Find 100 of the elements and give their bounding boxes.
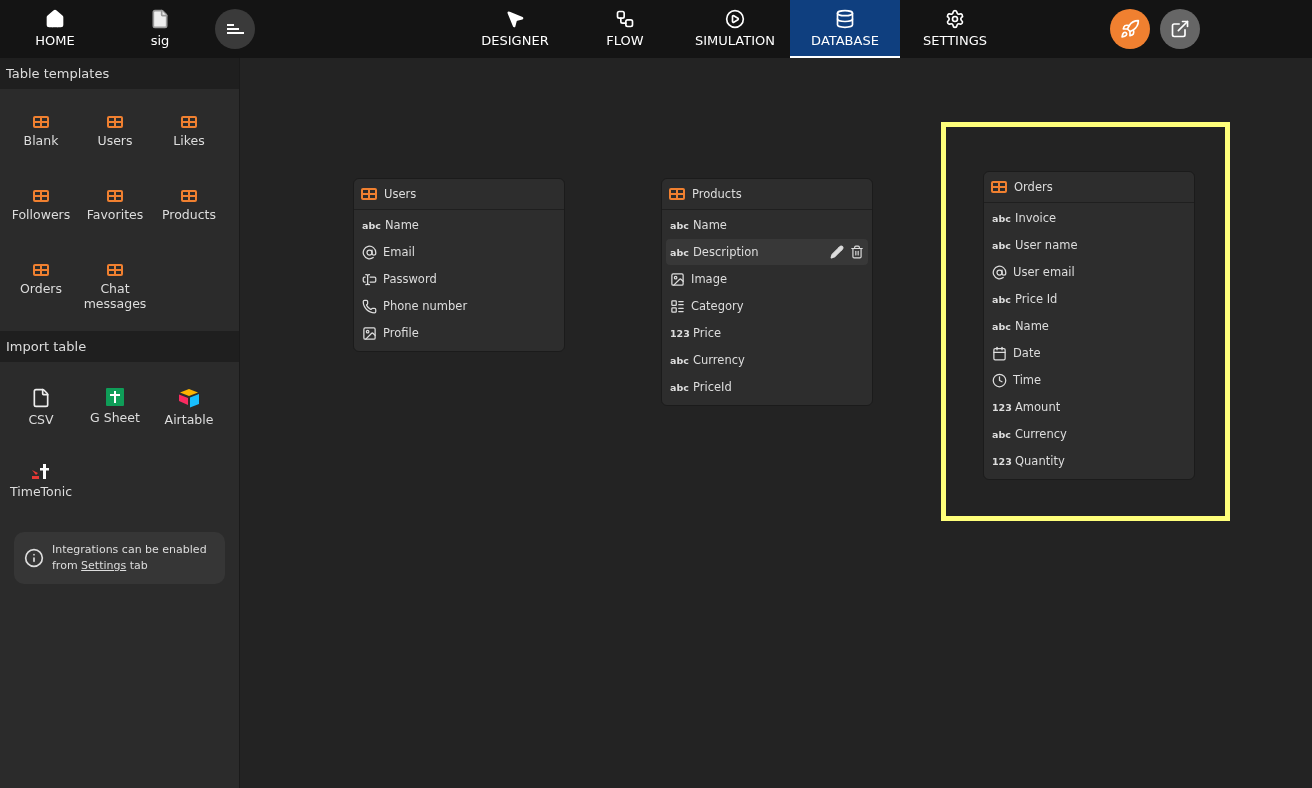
text-cursor-icon (362, 271, 377, 287)
image-icon (362, 325, 377, 341)
table-title: Users (384, 187, 417, 201)
field-name: Phone number (383, 299, 469, 313)
import-item[interactable]: TimeTonic (4, 450, 78, 516)
nav-button[interactable]: sig (110, 0, 210, 58)
field-name: Quantity (1015, 454, 1066, 468)
menu-icon (226, 22, 244, 36)
template-item[interactable]: Products (152, 177, 226, 243)
field-type-icon: abc (670, 354, 687, 366)
field-type-icon: abc (992, 212, 1009, 224)
field-type-icon: 123 (992, 401, 1009, 413)
template-item[interactable]: Followers (4, 177, 78, 243)
field-name: Name (1015, 319, 1050, 333)
settings-link[interactable]: Settings (81, 559, 127, 572)
field-type-icon: abc (992, 239, 1009, 251)
field-name: Name (385, 218, 420, 232)
nav-tab[interactable]: DATABASE (790, 0, 900, 58)
table-title: Orders (1014, 180, 1053, 194)
section-title: Table templates (0, 58, 239, 89)
import-item[interactable]: CSV (4, 376, 78, 442)
field-name: User name (1015, 238, 1079, 252)
nav-tab[interactable]: FLOW (570, 0, 680, 58)
field-name: Category (691, 299, 745, 313)
template-item[interactable]: Likes (152, 103, 226, 169)
calendar-icon (992, 345, 1007, 361)
nav-tab[interactable]: SETTINGS (900, 0, 1010, 58)
file-icon (31, 388, 51, 408)
table-icon (106, 189, 124, 203)
image-icon (670, 271, 685, 287)
spreadsheet-icon (106, 388, 124, 406)
template-item[interactable]: Favorites (78, 177, 152, 243)
nav-tab[interactable]: DESIGNER (460, 0, 570, 58)
table-icon (106, 263, 124, 277)
launch-button[interactable] (1110, 9, 1150, 49)
clock-icon (992, 372, 1007, 388)
table-icon (32, 263, 50, 277)
field-name: Email (383, 245, 416, 259)
open-external-button[interactable] (1160, 9, 1200, 49)
field-name: Currency (1015, 427, 1068, 441)
field-name: PriceId (693, 380, 733, 394)
template-item[interactable]: Blank (4, 103, 78, 169)
field-name: Price Id (1015, 292, 1059, 306)
rocket-icon (1120, 19, 1140, 39)
menu-button[interactable] (215, 9, 255, 49)
phone-icon (362, 298, 377, 314)
field-type-icon: abc (362, 219, 379, 231)
table-icon (32, 115, 50, 129)
table-icon (106, 115, 124, 129)
import-item[interactable]: G Sheet (78, 376, 152, 442)
field-type-icon: abc (670, 381, 687, 393)
field-name: Price (693, 326, 723, 340)
home-icon (45, 8, 65, 29)
file-icon (150, 8, 170, 29)
field-type-icon: abc (992, 428, 1009, 440)
database-icon (835, 8, 855, 29)
table-icon (180, 189, 198, 203)
delete-icon[interactable] (850, 245, 864, 259)
section-title: Import table (0, 331, 239, 362)
field-name: Profile (383, 326, 420, 340)
external-link-icon (1170, 19, 1190, 39)
field-type-icon: abc (992, 320, 1009, 332)
list-icon (670, 298, 685, 314)
field-name: User email (1013, 265, 1076, 279)
edit-icon[interactable] (830, 245, 844, 259)
table-icon (180, 115, 198, 129)
field-type-icon: 123 (992, 455, 1009, 467)
timetonic-icon (30, 462, 52, 480)
field-name: Date (1013, 346, 1042, 360)
nav-button[interactable]: HOME (0, 0, 110, 58)
field-name: Invoice (1015, 211, 1058, 225)
settings-icon (945, 8, 965, 29)
play-icon (725, 8, 745, 29)
field-name: Name (693, 218, 728, 232)
field-name: Description (693, 245, 760, 259)
nav-tab[interactable]: SIMULATION (680, 0, 790, 58)
airtable-icon (178, 388, 200, 408)
template-item[interactable]: Orders (4, 251, 78, 317)
field-name: Time (1013, 373, 1043, 387)
field-type-icon: abc (670, 219, 687, 231)
field-name: Amount (1015, 400, 1062, 414)
template-item[interactable]: Users (78, 103, 152, 169)
at-sign-icon (362, 244, 377, 260)
template-item[interactable]: Chat messages (78, 251, 152, 317)
field-name: Image (691, 272, 729, 286)
field-type-icon: abc (992, 293, 1009, 305)
field-name: Password (383, 272, 438, 286)
table-icon (32, 189, 50, 203)
at-sign-icon (992, 264, 1007, 280)
flow-icon (615, 8, 635, 29)
table-title: Products (692, 187, 742, 201)
field-name: Currency (693, 353, 746, 367)
info-icon (24, 548, 44, 568)
note-text: Integrations can be enabled from Settings tab (52, 542, 208, 574)
field-type-icon: abc (670, 246, 687, 258)
table-icon (990, 180, 1008, 194)
table-icon (668, 187, 686, 201)
table-icon (360, 187, 378, 201)
field-type-icon: 123 (670, 327, 687, 339)
import-item[interactable]: Airtable (152, 376, 226, 442)
